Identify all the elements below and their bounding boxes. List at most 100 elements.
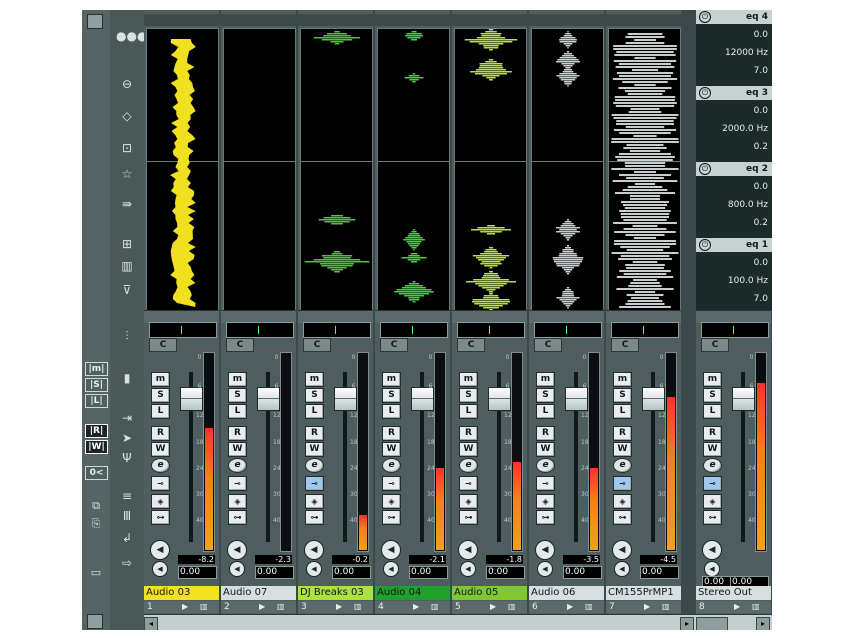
toggle-1[interactable]: |S| — [85, 378, 108, 392]
view-icon-1[interactable]: ⊖ — [116, 76, 138, 92]
insert-slot[interactable] — [149, 322, 217, 338]
power-icon[interactable]: ⏻ — [699, 87, 711, 99]
view-icon-0[interactable]: ●●● — [116, 28, 147, 44]
eq-q-value[interactable]: 7.0 — [754, 66, 768, 76]
write-button[interactable]: W — [536, 442, 555, 457]
eq-bypass-icon[interactable]: ⊸ — [703, 476, 722, 491]
scroll-right-button[interactable]: ▸ — [680, 617, 694, 630]
fork-icon[interactable]: Ψ — [116, 450, 138, 466]
speaker-icon[interactable]: ◀ — [460, 561, 476, 577]
eq-curve-display[interactable] — [300, 28, 373, 312]
view-icon-5[interactable]: ⇛ — [116, 196, 138, 212]
send-bypass-icon[interactable]: ⊶ — [613, 510, 632, 525]
solo-button[interactable]: S — [459, 388, 478, 403]
write-button[interactable]: W — [459, 442, 478, 457]
send-bypass-icon[interactable]: ⊶ — [459, 510, 478, 525]
filter-icon[interactable]: ≡ — [116, 488, 138, 504]
track-name[interactable]: Audio 07 — [221, 586, 296, 600]
channel-settings-icon[interactable]: ▥ — [508, 601, 516, 613]
pan-control[interactable]: C — [534, 338, 562, 352]
eq-q-value[interactable]: 7.0 — [754, 294, 768, 304]
channel-settings-icon[interactable]: ▥ — [752, 601, 760, 613]
eq-bypass-icon[interactable]: ⊸ — [228, 476, 247, 491]
pan-control[interactable]: C — [149, 338, 177, 352]
mute-button[interactable]: m — [536, 372, 555, 387]
scroll-left-button[interactable]: ◂ — [144, 617, 158, 630]
insert-slot[interactable] — [303, 322, 371, 338]
solo-button[interactable]: S — [536, 388, 555, 403]
eq-bypass-icon[interactable]: ⊸ — [382, 476, 401, 491]
volume-readout[interactable]: 0.00 — [178, 566, 217, 579]
insert-slot[interactable] — [611, 322, 679, 338]
read-button[interactable]: R — [613, 426, 632, 441]
write-button[interactable]: W — [305, 442, 324, 457]
speaker-icon[interactable]: ◀ — [229, 561, 245, 577]
channel-settings-icon[interactable]: ▥ — [431, 601, 439, 613]
view-icon-3[interactable]: ⊡ — [116, 140, 138, 156]
view-icon-8[interactable]: ⊽ — [116, 282, 138, 298]
insert-bypass-icon[interactable]: ◈ — [613, 494, 632, 509]
route-arrow-icon[interactable]: ▶ — [567, 601, 573, 613]
send-bypass-icon[interactable]: ⊶ — [382, 510, 401, 525]
mute-button[interactable]: m — [228, 372, 247, 387]
listen-button[interactable]: L — [382, 404, 401, 419]
listen-button[interactable]: L — [228, 404, 247, 419]
mute-button[interactable]: m — [382, 372, 401, 387]
listen-button[interactable]: L — [151, 404, 170, 419]
volume-readout[interactable]: 0.00 — [563, 566, 602, 579]
speaker-icon[interactable]: ◀ — [537, 561, 553, 577]
speaker-icon[interactable]: ◀ — [306, 561, 322, 577]
solo-button[interactable]: S — [613, 388, 632, 403]
pan-control[interactable]: C — [611, 338, 639, 352]
insert-bypass-icon[interactable]: ◈ — [151, 494, 170, 509]
pan-control[interactable]: C — [226, 338, 254, 352]
cursor-icon[interactable]: ➤ — [116, 430, 138, 446]
route-arrow-icon[interactable]: ▶ — [413, 601, 419, 613]
eq-gain-value[interactable]: 0.0 — [754, 30, 768, 40]
read-button[interactable]: R — [228, 426, 247, 441]
monitor-button[interactable]: ◀ — [702, 540, 722, 560]
pan-control[interactable]: C — [701, 338, 729, 352]
solo-button[interactable]: S — [703, 388, 722, 403]
track-name[interactable]: Stereo Out — [696, 586, 771, 600]
route-arrow-icon[interactable]: ▶ — [734, 601, 740, 613]
mute-button[interactable]: m — [151, 372, 170, 387]
eq-freq-value[interactable]: 800.0 Hz — [728, 200, 768, 210]
write-button[interactable]: W — [703, 442, 722, 457]
window-icon[interactable]: ▭ — [85, 565, 107, 581]
insert-bypass-icon[interactable]: ◈ — [703, 494, 722, 509]
monitor-button[interactable]: ◀ — [381, 540, 401, 560]
volume-readout[interactable]: 0.00 — [332, 566, 371, 579]
insert-bypass-icon[interactable]: ◈ — [382, 494, 401, 509]
toggle-3[interactable]: |R| — [85, 424, 108, 438]
collapse-top-button[interactable] — [87, 14, 103, 29]
track-name[interactable]: DJ Breaks 03 — [298, 586, 373, 600]
solo-button[interactable]: S — [305, 388, 324, 403]
listen-button[interactable]: L — [613, 404, 632, 419]
eq-curve-display[interactable] — [146, 28, 219, 312]
pan-control[interactable]: C — [380, 338, 408, 352]
edit-button[interactable]: e — [151, 458, 170, 473]
monitor-button[interactable]: ◀ — [535, 540, 555, 560]
fader-group-icon[interactable]: Ⅲ — [116, 508, 138, 524]
output-icon[interactable]: ⇨ — [116, 555, 138, 571]
insert-bypass-icon[interactable]: ◈ — [228, 494, 247, 509]
speaker-icon[interactable]: ◀ — [704, 561, 720, 577]
solo-button[interactable]: S — [382, 388, 401, 403]
route-arrow-icon[interactable]: ▶ — [490, 601, 496, 613]
route-arrow-icon[interactable]: ▶ — [644, 601, 650, 613]
power-icon[interactable]: ⏻ — [699, 163, 711, 175]
eq-freq-value[interactable]: 12000 Hz — [725, 48, 768, 58]
bottom-scrollbar[interactable]: ◂ ▸ ▸ — [144, 614, 772, 630]
listen-button[interactable]: L — [536, 404, 555, 419]
edit-button[interactable]: e — [382, 458, 401, 473]
eq-bypass-icon[interactable]: ⊸ — [459, 476, 478, 491]
read-button[interactable]: R — [382, 426, 401, 441]
send-bypass-icon[interactable]: ⊶ — [703, 510, 722, 525]
insert-slot[interactable] — [226, 322, 294, 338]
insert-slot[interactable] — [534, 322, 602, 338]
pan-control[interactable]: C — [457, 338, 485, 352]
read-button[interactable]: R — [703, 426, 722, 441]
view-icon-7[interactable]: ▥ — [116, 258, 138, 274]
paste-icon[interactable]: ⎘ — [85, 516, 107, 532]
